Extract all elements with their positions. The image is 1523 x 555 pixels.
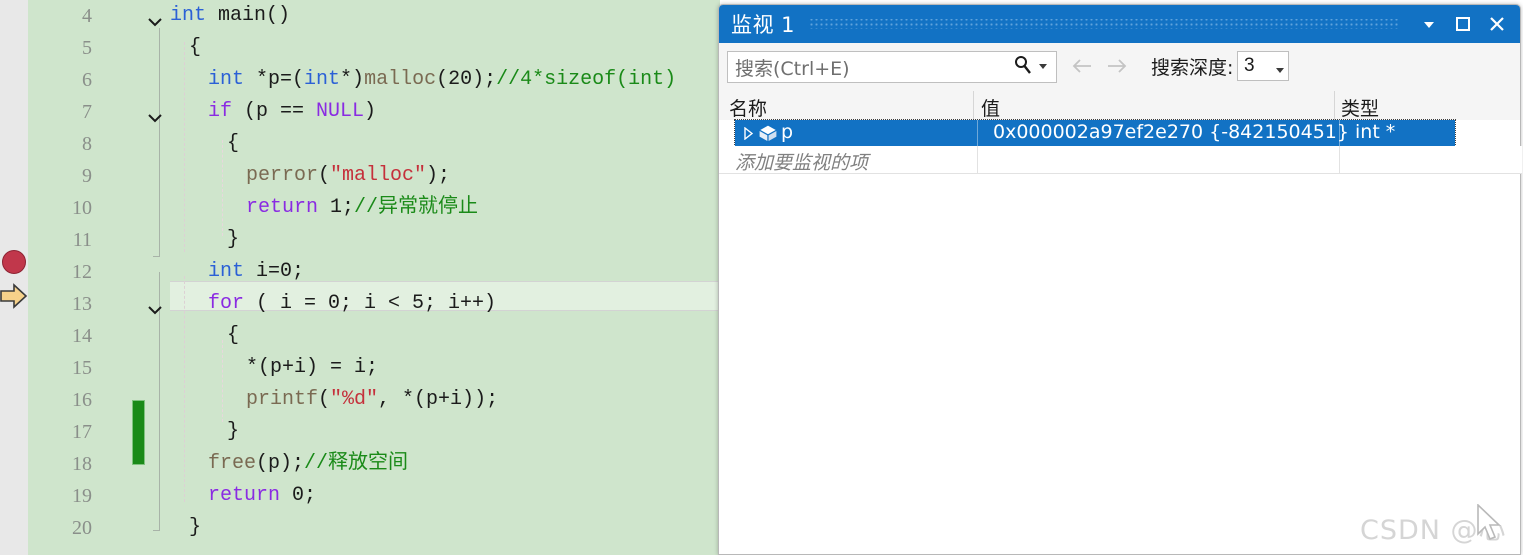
code-line[interactable]: 15 *(p+i) = i; (0, 352, 720, 384)
code-text: printf("%d", *(p+i)); (246, 388, 499, 411)
code-line[interactable]: 9 perror("malloc"); (0, 160, 720, 192)
column-divider[interactable] (1334, 91, 1335, 120)
watch-grid[interactable]: p 0x000002a97ef2e270 {-842150451} int * … (719, 119, 1522, 554)
code-text: { (227, 324, 240, 347)
code-line[interactable]: 5{ (0, 32, 720, 64)
line-number: 10 (72, 197, 92, 219)
code-text: int *p=(int*)malloc(20);//4*sizeof(int) (208, 68, 677, 91)
watch-item-type: int * (1355, 121, 1396, 143)
code-text: { (189, 36, 202, 59)
code-text: for ( i = 0; i < 5; i++) (208, 292, 497, 315)
close-icon[interactable] (1480, 5, 1514, 43)
code-line[interactable]: 6 int *p=(int*)malloc(20);//4*sizeof(int) (0, 64, 720, 96)
line-number: 18 (72, 453, 92, 475)
chevron-down-icon[interactable] (147, 9, 163, 27)
line-number: 12 (72, 261, 92, 283)
line-number: 8 (82, 133, 92, 155)
add-watch-row[interactable]: 添加要监视的项 (719, 146, 1522, 174)
cell-divider (977, 146, 978, 173)
code-text: if (p == NULL) (208, 100, 377, 123)
code-text: } (227, 228, 240, 251)
code-line[interactable]: 17} (0, 416, 720, 448)
line-number: 16 (72, 389, 92, 411)
code-text: perror("malloc"); (246, 164, 451, 187)
column-header-type[interactable]: 类型 (1341, 94, 1379, 121)
code-text: } (227, 420, 240, 443)
chevron-down-icon[interactable] (147, 297, 163, 315)
code-line[interactable]: 8{ (0, 128, 720, 160)
watch-title-bar[interactable]: 监视 1 (719, 5, 1520, 43)
code-text: return 1;//异常就停止 (246, 196, 479, 219)
code-line[interactable]: 18 free(p);//释放空间 (0, 448, 720, 480)
code-line[interactable]: 10 return 1;//异常就停止 (0, 192, 720, 224)
line-number: 20 (72, 517, 92, 539)
column-header-value[interactable]: 值 (981, 94, 1000, 121)
search-box[interactable]: 搜索(Ctrl+E) (727, 51, 1057, 83)
column-divider[interactable] (973, 91, 974, 120)
search-back-icon[interactable] (1071, 57, 1093, 80)
line-number: 13 (72, 293, 92, 315)
code-text: { (227, 132, 240, 155)
code-text: return 0; (208, 484, 317, 507)
line-number: 11 (72, 229, 92, 251)
watch-title-label: 监视 1 (731, 13, 796, 37)
line-number: 17 (72, 421, 92, 443)
column-header-name[interactable]: 名称 (729, 94, 767, 121)
code-line[interactable]: 7 if (p == NULL) (0, 96, 720, 128)
title-drag-handle[interactable] (809, 19, 1398, 29)
code-text: int i=0; (208, 260, 305, 283)
code-text: free(p);//释放空间 (208, 452, 409, 475)
search-forward-icon[interactable] (1106, 57, 1128, 80)
maximize-icon[interactable] (1446, 5, 1480, 43)
line-number: 9 (82, 165, 92, 187)
search-dropdown-icon[interactable] (1038, 58, 1048, 76)
code-text: int main() (170, 4, 291, 27)
add-watch-placeholder[interactable]: 添加要监视的项 (735, 148, 868, 175)
line-number: 19 (72, 485, 92, 507)
cell-divider (977, 120, 978, 146)
chevron-down-icon[interactable] (147, 105, 163, 123)
watch-toolbar[interactable]: 搜索(Ctrl+E) 搜索深度: 3 (719, 43, 1520, 91)
code-text: } (189, 516, 202, 539)
search-input[interactable]: 搜索(Ctrl+E) (728, 54, 1012, 81)
table-row[interactable]: p 0x000002a97ef2e270 {-842150451} int * (734, 119, 1456, 148)
code-line[interactable]: 19 return 0; (0, 480, 720, 512)
line-number: 14 (72, 325, 92, 347)
cell-divider (1339, 146, 1340, 173)
line-number: 7 (82, 101, 92, 123)
object-box-icon (757, 123, 779, 148)
watch-column-headers: 名称 值 类型 (719, 91, 1520, 121)
line-number: 15 (72, 357, 92, 379)
watch-item-name[interactable]: p (781, 121, 793, 143)
code-line[interactable]: 20} (0, 512, 720, 544)
expander-icon[interactable] (743, 126, 754, 145)
line-number: 6 (82, 69, 92, 91)
code-line[interactable]: 14 { (0, 320, 720, 352)
search-depth-label: 搜索深度: (1151, 57, 1234, 79)
code-line[interactable]: 12 int i=0; (0, 256, 720, 288)
search-depth-dropdown-icon[interactable] (1275, 62, 1285, 80)
window-dropdown-icon[interactable] (1412, 5, 1446, 43)
code-line[interactable]: 13 for ( i = 0; i < 5; i++) (0, 288, 720, 320)
watch-item-value[interactable]: 0x000002a97ef2e270 {-842150451} (993, 121, 1349, 143)
mouse-cursor-icon (1476, 503, 1506, 551)
code-editor[interactable]: 4 int main() 5{6 int *p=(int*)malloc(20);//… (0, 0, 720, 555)
line-number: 5 (82, 37, 92, 59)
watch-window[interactable]: 监视 1 搜索(Ctrl+E) 搜索深度: 3 名称 值 类型 p 0x0000… (718, 4, 1522, 555)
code-line[interactable]: 4 int main() (0, 0, 720, 32)
line-number: 4 (82, 5, 92, 27)
code-text: *(p+i) = i; (246, 356, 379, 379)
code-line-list: 4 int main() 5{6 int *p=(int*)malloc(20);//… (0, 0, 720, 555)
search-nav-arrows (1071, 57, 1128, 80)
code-line[interactable]: 11} (0, 224, 720, 256)
code-line[interactable]: 16 printf("%d", *(p+i)); (0, 384, 720, 416)
search-icon[interactable] (1012, 54, 1034, 81)
